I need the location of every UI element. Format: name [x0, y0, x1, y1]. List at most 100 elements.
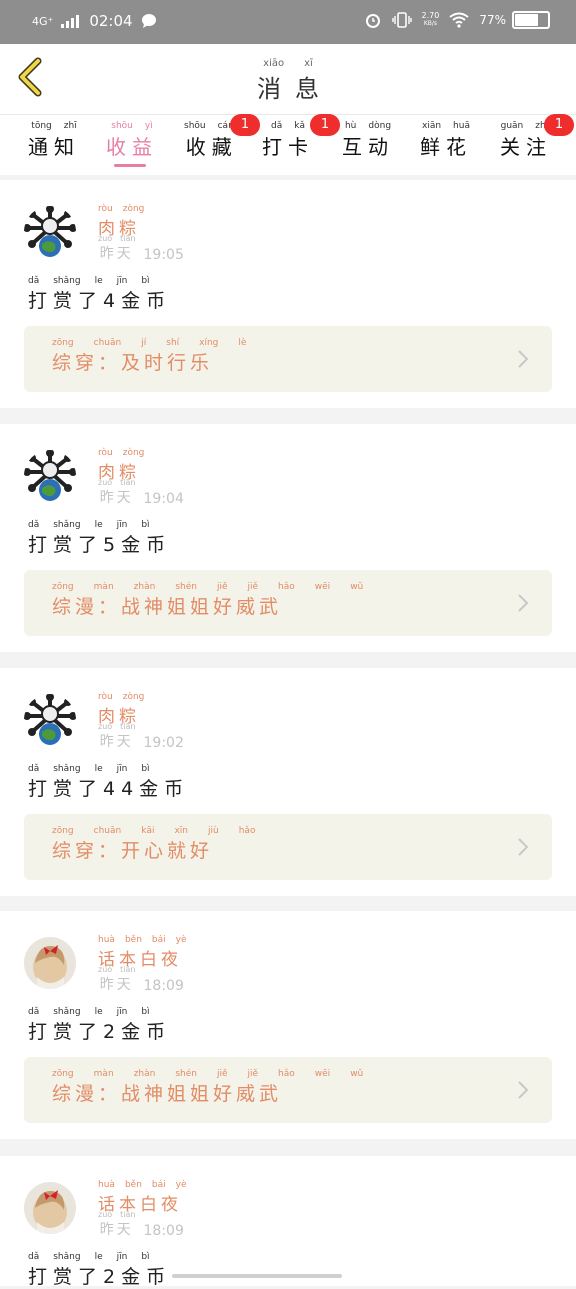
- tip-pinyin: le: [94, 1252, 103, 1262]
- tab-pinyin: kǎ: [294, 121, 305, 131]
- username-pinyin: yè: [175, 935, 187, 945]
- book-pinyin: wǔ: [350, 582, 364, 592]
- chevron-right-icon: [518, 1081, 529, 1099]
- tab-pinyin: yì: [144, 121, 153, 131]
- tip-pinyin: jīn: [116, 1007, 128, 1017]
- network-label: 4G⁺: [32, 14, 54, 28]
- tip-message: dǎ shǎng le jīn bì 打赏了2金币: [28, 1252, 171, 1289]
- tab-item[interactable]: guānzhù 关注1: [500, 114, 574, 160]
- day-pinyin: tiān: [120, 965, 136, 974]
- avatar[interactable]: [24, 1182, 76, 1234]
- status-bar: 4G⁺ 02:04 2.70 KB/s 77%: [0, 0, 576, 44]
- tip-pinyin: le: [94, 764, 103, 774]
- tip-pinyin: shǎng: [53, 520, 81, 530]
- book-link[interactable]: zōng màn zhàn shén jiě jiě hǎo wēi wǔ 综漫：战神姐姐好威武: [24, 570, 552, 636]
- day-label: 昨天: [99, 734, 134, 750]
- book-pinyin: zhàn: [133, 582, 156, 592]
- tab-pinyin: dòng: [368, 121, 392, 131]
- battery-icon: [512, 11, 550, 29]
- unread-badge: 1: [230, 114, 260, 136]
- tip-pinyin: dǎ: [28, 520, 40, 530]
- app-header: xiāo xī 消息: [0, 44, 576, 115]
- book-pinyin: hǎo: [278, 1069, 295, 1079]
- tab-item[interactable]: hù dòng 互动: [342, 121, 394, 160]
- book-link[interactable]: zōng chuān jí shí xíng lè 综穿：及时行乐: [24, 326, 552, 392]
- username-pinyin: bái: [151, 935, 166, 945]
- message-card[interactable]: huà běn bái yè 话本白夜 zuó tiān 昨天 18:09 dǎ shǎn…: [0, 911, 576, 1139]
- book-pinyin: màn: [93, 582, 114, 592]
- tab-bar: tōng zhī 通知 shōu yì 收益 shōu cáng 收藏 1 dǎ kǎ 打卡 1 h…: [0, 114, 576, 175]
- book-link[interactable]: zōng chuān kāi xīn jiù hǎo 综穿：开心就好: [24, 814, 552, 880]
- tip-message: dǎ shǎng le jīn bì 打赏了5金币: [28, 520, 171, 557]
- tip-pinyin: jīn: [116, 764, 128, 774]
- tab-item[interactable]: xiān huā 鲜花: [420, 121, 472, 160]
- time-label: 18:09: [143, 1223, 184, 1239]
- message-card[interactable]: ròu zòng 肉粽 zuó tiān 昨天 19:05 dǎ shǎng le jīn…: [0, 180, 576, 408]
- tip-pinyin: shǎng: [53, 1007, 81, 1017]
- pinyin: xiāo: [263, 58, 285, 69]
- book-link[interactable]: zōng màn zhàn shén jiě jiě hǎo wēi wǔ 综漫：战神姐姐好威武: [24, 1057, 552, 1123]
- book-pinyin: xīn: [174, 826, 188, 836]
- avatar[interactable]: [24, 206, 76, 258]
- clock: 02:04: [89, 12, 133, 30]
- day-pinyin: zuó: [98, 234, 113, 243]
- day-pinyin: tiān: [120, 478, 136, 487]
- tab-item[interactable]: shōu yì 收益: [106, 121, 158, 160]
- book-title: 综漫：战神姐姐好威武: [52, 1083, 283, 1105]
- book-pinyin: jí: [141, 338, 147, 348]
- tip-text: 打赏了44金币: [28, 778, 190, 800]
- tab-label: 互动: [342, 135, 394, 159]
- book-pinyin: zōng: [52, 338, 74, 348]
- message-time: zuó tiān 昨天 18:09: [98, 1210, 184, 1239]
- username-pinyin: ròu: [98, 448, 113, 458]
- username-pinyin: běn: [124, 1180, 142, 1190]
- message-time: zuó tiān 昨天 19:05: [98, 234, 184, 263]
- vibrate-icon: [391, 12, 412, 28]
- tab-item[interactable]: dǎ kǎ 打卡 1: [262, 114, 340, 160]
- message-time: zuó tiān 昨天 18:09: [98, 965, 184, 994]
- unread-badge: 1: [310, 114, 340, 136]
- home-indicator: [172, 1274, 342, 1278]
- tip-pinyin: jīn: [116, 1252, 128, 1262]
- tab-label: 打卡: [262, 135, 314, 159]
- book-pinyin: kāi: [141, 826, 155, 836]
- tip-text: 打赏了4金币: [28, 290, 172, 312]
- alarm-icon: [365, 14, 380, 28]
- book-pinyin: shí: [166, 338, 180, 348]
- book-pinyin: wēi: [314, 582, 331, 592]
- tab-pinyin: huā: [453, 121, 470, 131]
- time-label: 18:09: [143, 978, 184, 994]
- book-pinyin: xíng: [199, 338, 219, 348]
- tip-text: 打赏了2金币: [28, 1021, 172, 1043]
- avatar[interactable]: [24, 694, 76, 746]
- time-label: 19:05: [143, 247, 184, 263]
- tab-item[interactable]: tōng zhī 通知: [28, 121, 80, 160]
- day-label: 昨天: [99, 490, 134, 506]
- message-time: zuó tiān 昨天 19:04: [98, 478, 184, 507]
- book-pinyin: lè: [238, 338, 247, 348]
- book-pinyin: màn: [93, 1069, 114, 1079]
- message-card[interactable]: ròu zòng 肉粽 zuó tiān 昨天 19:02 dǎ shǎng le jīn…: [0, 668, 576, 896]
- tip-text: 打赏了2金币: [28, 1266, 172, 1288]
- tip-pinyin: bì: [141, 764, 150, 774]
- tab-label: 收藏: [185, 135, 238, 159]
- day-pinyin: tiān: [120, 722, 136, 731]
- chevron-right-icon: [518, 594, 529, 612]
- username-pinyin: zòng: [122, 692, 145, 702]
- tip-pinyin: le: [94, 1007, 103, 1017]
- message-card[interactable]: huà běn bái yè 话本白夜 zuó tiān 昨天 18:09 dǎ shǎn…: [0, 1156, 576, 1289]
- message-card[interactable]: ròu zòng 肉粽 zuó tiān 昨天 19:04 dǎ shǎng le jīn…: [0, 424, 576, 652]
- book-pinyin: hǎo: [238, 826, 256, 836]
- page-title: xiāo xī 消息: [257, 58, 333, 103]
- tab-pinyin: tōng: [31, 121, 52, 131]
- avatar[interactable]: [24, 450, 76, 502]
- tip-pinyin: jīn: [116, 520, 128, 530]
- net-speed-value: 2.70: [421, 11, 440, 20]
- username-pinyin: bái: [151, 1180, 166, 1190]
- tab-item[interactable]: shōu cáng 收藏 1: [184, 114, 260, 160]
- avatar[interactable]: [24, 937, 76, 989]
- day-label: 昨天: [99, 977, 134, 993]
- username-pinyin: ròu: [98, 692, 113, 702]
- book-pinyin: wǔ: [350, 1069, 364, 1079]
- tip-pinyin: bì: [141, 1007, 150, 1017]
